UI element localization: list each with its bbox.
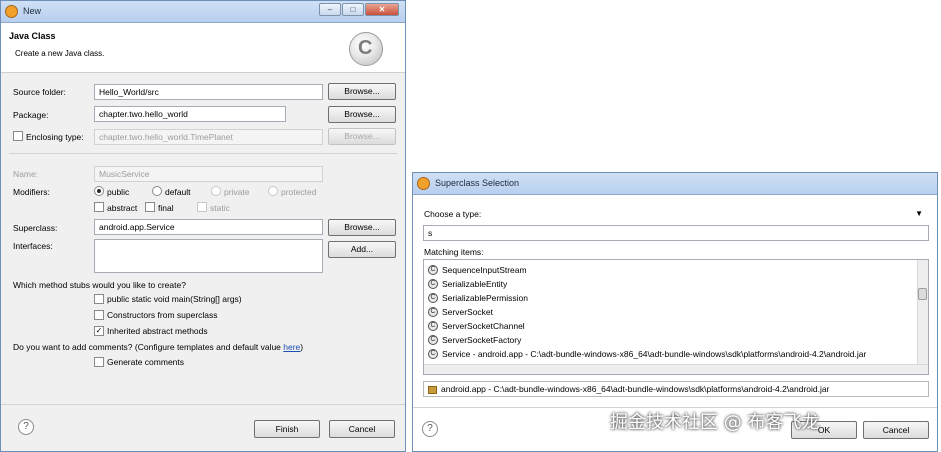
- static-checkbox[interactable]: [197, 202, 207, 212]
- inherited-methods-checkbox[interactable]: ✓: [94, 326, 104, 336]
- final-class-icon: C: [428, 292, 438, 303]
- abstract-class-icon: C: [428, 334, 438, 345]
- finish-button[interactable]: Finish: [254, 420, 320, 438]
- enclosing-type-input[interactable]: chapter.two.hello_world.TimePlanet: [94, 129, 323, 145]
- matching-items-label: Matching items:: [424, 247, 484, 257]
- class-icon: C: [428, 278, 438, 289]
- scrollbar-thumb[interactable]: [918, 288, 927, 300]
- configure-templates-link[interactable]: here: [283, 342, 300, 352]
- list-item[interactable]: C ServerSocketFactory: [428, 334, 521, 348]
- public-label: public: [107, 187, 130, 197]
- package-icon: [428, 385, 437, 394]
- enclosing-type-browse-button[interactable]: Browse...: [328, 128, 396, 145]
- abstract-label: abstract: [107, 203, 138, 213]
- matching-items-list[interactable]: C SequenceInputStream C SerializableEntity…: [423, 259, 929, 375]
- title-bar[interactable]: Superclass Selection: [413, 173, 937, 195]
- type-search-input[interactable]: s: [423, 225, 929, 241]
- interfaces-label: Interfaces:: [13, 241, 53, 251]
- choose-type-label: Choose a type:: [424, 209, 482, 219]
- name-label: Name:: [13, 169, 39, 179]
- new-java-class-dialog: New – □ ✕ Java Class Create a new Java c…: [0, 0, 406, 452]
- close-button[interactable]: ✕: [365, 3, 399, 16]
- public-radio[interactable]: [94, 186, 104, 196]
- main-method-checkbox[interactable]: [94, 294, 104, 304]
- static-label: static: [210, 203, 230, 213]
- maximize-button[interactable]: □: [342, 3, 364, 16]
- package-label: Package:: [13, 110, 49, 120]
- comments-question-text: Do you want to add comments? (Configure …: [13, 342, 284, 352]
- menu-dropdown-icon[interactable]: ▼: [915, 209, 923, 218]
- package-input[interactable]: chapter.two.hello_world: [94, 106, 286, 122]
- enclosing-type-label: Enclosing type:: [26, 132, 84, 142]
- help-icon[interactable]: ?: [18, 419, 34, 435]
- comments-question-close: ): [300, 342, 304, 352]
- bottom-separator: [1, 404, 405, 405]
- superclass-label: Superclass:: [13, 223, 58, 233]
- abstract-class-icon: C: [428, 320, 438, 331]
- interfaces-add-button[interactable]: Add...: [328, 241, 396, 258]
- cancel-button[interactable]: Cancel: [863, 421, 929, 439]
- wizard-title: Java Class: [9, 31, 56, 41]
- protected-label: protected: [281, 187, 317, 197]
- separator: [9, 153, 397, 154]
- protected-radio[interactable]: [268, 186, 278, 196]
- default-radio[interactable]: [152, 186, 162, 196]
- final-label: final: [158, 203, 174, 213]
- class-icon: C: [428, 306, 438, 317]
- modifiers-label: Modifiers:: [13, 187, 50, 197]
- abstract-checkbox[interactable]: [94, 202, 104, 212]
- help-icon[interactable]: ?: [422, 421, 438, 437]
- enclosing-type-checkbox[interactable]: [13, 131, 23, 141]
- wizard-description: Create a new Java class.: [15, 49, 105, 58]
- private-label: private: [224, 187, 250, 197]
- method-stubs-question: Which method stubs would you like to cre…: [13, 280, 186, 290]
- inherited-methods-label: Inherited abstract methods: [107, 326, 208, 336]
- window-title: Superclass Selection: [435, 178, 520, 188]
- list-item-selected[interactable]: C Service - android.app - C:\adt-bundle-w…: [428, 348, 866, 362]
- watermark: 掘金技术社区 @ 布客飞龙: [610, 412, 820, 433]
- eclipse-icon: [417, 177, 430, 190]
- source-folder-browse-button[interactable]: Browse...: [328, 83, 396, 100]
- package-info-text: android.app - C:\adt-bundle-windows-x86_…: [441, 384, 830, 394]
- constructors-checkbox[interactable]: [94, 310, 104, 320]
- package-browse-button[interactable]: Browse...: [328, 106, 396, 123]
- main-method-label: public static void main(String[] args): [107, 294, 242, 304]
- superclass-input[interactable]: android.app.Service: [94, 219, 323, 235]
- source-folder-input[interactable]: Hello_World/src: [94, 84, 323, 100]
- wizard-header: Java Class Create a new Java class. C: [1, 23, 405, 73]
- abstract-class-icon: C: [428, 348, 438, 359]
- name-input[interactable]: MusicService: [94, 166, 323, 182]
- list-item[interactable]: C ServerSocket: [428, 306, 493, 320]
- eclipse-icon: [5, 5, 18, 18]
- constructors-label: Constructors from superclass: [107, 310, 218, 320]
- cancel-button[interactable]: Cancel: [329, 420, 395, 438]
- private-radio[interactable]: [211, 186, 221, 196]
- list-item[interactable]: C ServerSocketChannel: [428, 320, 525, 334]
- generate-comments-checkbox[interactable]: [94, 357, 104, 367]
- window-title: New: [23, 6, 42, 16]
- minimize-button[interactable]: –: [319, 3, 341, 16]
- class-icon: C: [428, 264, 438, 275]
- horizontal-scrollbar[interactable]: [424, 364, 928, 374]
- vertical-scrollbar[interactable]: [917, 260, 928, 364]
- source-folder-label: Source folder:: [13, 87, 66, 97]
- list-item[interactable]: C SerializableEntity: [428, 278, 507, 292]
- generate-comments-label: Generate comments: [107, 357, 185, 367]
- comments-question: Do you want to add comments? (Configure …: [13, 342, 303, 352]
- java-class-logo-icon: C: [349, 32, 383, 66]
- list-item[interactable]: C SerializablePermission: [428, 292, 528, 306]
- package-info-field: android.app - C:\adt-bundle-windows-x86_…: [423, 381, 929, 397]
- default-label: default: [165, 187, 191, 197]
- superclass-browse-button[interactable]: Browse...: [328, 219, 396, 236]
- interfaces-list[interactable]: [94, 239, 323, 273]
- title-bar[interactable]: New – □ ✕: [1, 1, 405, 23]
- final-checkbox[interactable]: [145, 202, 155, 212]
- list-item[interactable]: C SequenceInputStream: [428, 264, 527, 278]
